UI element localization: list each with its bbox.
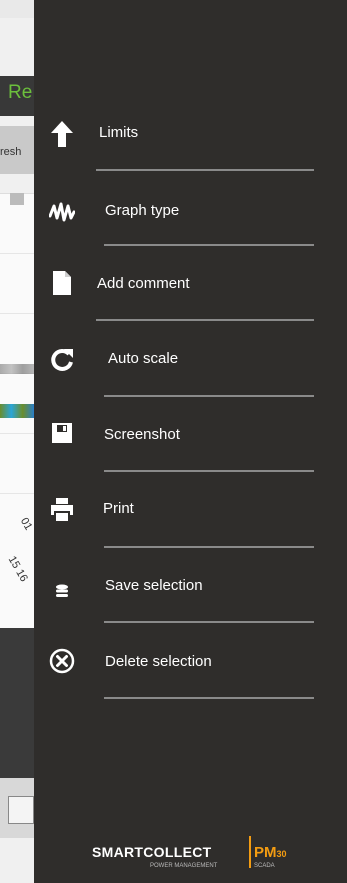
menu-item-label: Limits — [99, 124, 139, 141]
menu-divider — [104, 395, 314, 397]
close-circle-icon — [48, 647, 76, 675]
logo-brand-sub: POWER MANAGEMENT — [150, 863, 218, 869]
menu-item-label: Screenshot — [104, 426, 180, 443]
menu-item-print[interactable]: Print — [34, 480, 347, 540]
menu-item-label: Print — [103, 500, 134, 517]
menu-item-graph-type[interactable]: Graph type — [34, 180, 347, 240]
background-lower-panel — [0, 628, 34, 798]
background-header: Re — [0, 76, 34, 116]
background-refresh-label: resh — [0, 146, 22, 158]
menu-item-label: Add comment — [97, 275, 190, 292]
menu-item-label: Graph type — [105, 202, 180, 219]
logo-product-sub: SCADA — [254, 863, 275, 869]
document-icon — [48, 269, 76, 297]
menu-item-delete-selection[interactable]: Delete selection — [34, 632, 347, 692]
floppy-disk-icon — [48, 419, 76, 447]
background-header-text: Re — [8, 82, 33, 103]
menu-item-label: Delete selection — [105, 653, 212, 670]
menu-item-save-selection[interactable]: Save selection — [34, 556, 347, 616]
background-ruler — [10, 193, 24, 205]
menu-divider — [96, 319, 314, 321]
background-input-box — [8, 796, 34, 824]
menu-divider — [96, 169, 314, 171]
arrow-up-icon — [48, 120, 76, 148]
menu-item-auto-scale[interactable]: Auto scale — [34, 330, 347, 390]
logo-product: PM30 — [254, 844, 287, 861]
menu-item-label: Auto scale — [108, 350, 179, 367]
menu-divider — [104, 546, 314, 548]
menu-item-label: Save selection — [105, 577, 203, 594]
menu-divider — [104, 697, 314, 699]
background-app: Re resh 01 15 16 — [0, 18, 34, 883]
printer-icon — [48, 496, 76, 524]
menu-item-add-comment[interactable]: Add comment — [34, 254, 347, 314]
menu-item-screenshot[interactable]: Screenshot — [34, 405, 347, 465]
refresh-icon — [48, 346, 76, 374]
waveform-icon — [48, 198, 76, 226]
database-icon — [48, 578, 76, 606]
logo-brand: SMARTCOLLECT — [92, 844, 212, 860]
background-series-gray — [0, 364, 34, 374]
background-series-color — [0, 404, 34, 418]
background-refresh-button: resh — [0, 126, 34, 174]
menu-divider — [104, 470, 314, 472]
side-menu: Limits Graph type Add comment Auto scale… — [34, 0, 347, 883]
logo-divider — [249, 836, 251, 868]
menu-divider — [104, 244, 314, 246]
menu-item-limits[interactable]: Limits — [34, 104, 347, 164]
menu-divider — [104, 621, 314, 623]
